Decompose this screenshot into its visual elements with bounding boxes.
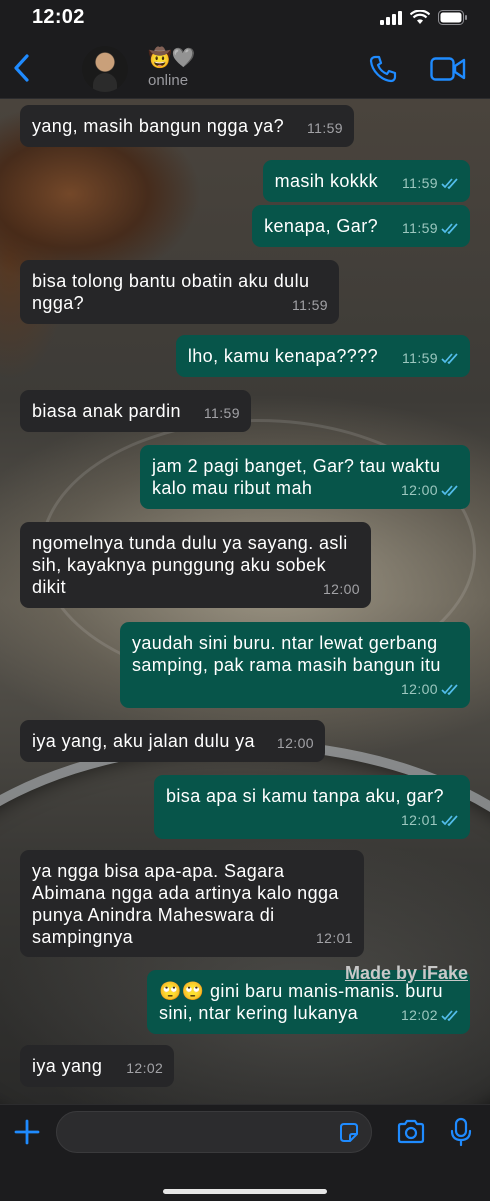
- message-time: 11:59: [203, 405, 240, 421]
- message-text: masih kokkk: [274, 171, 378, 191]
- phone-icon[interactable]: [368, 54, 398, 84]
- camera-icon[interactable]: [396, 1119, 426, 1145]
- message-bubble-outgoing[interactable]: yaudah sini buru. ntar lewat gerbang sam…: [120, 622, 470, 708]
- double-check-icon: [441, 683, 458, 695]
- microphone-icon[interactable]: [450, 1117, 472, 1147]
- message-time: 12:01: [315, 930, 353, 946]
- message-time: 11:59: [402, 172, 459, 194]
- message-bubble-incoming[interactable]: ya ngga bisa apa-apa. Sagara Abimana ngg…: [20, 850, 364, 957]
- plus-icon[interactable]: [14, 1119, 40, 1145]
- message-text: ngomelnya tunda dulu ya sayang. asli sih…: [32, 533, 348, 597]
- message-bubble-outgoing[interactable]: bisa apa si kamu tanpa aku, gar? 12:01: [154, 775, 470, 839]
- message-time: 11:59: [306, 120, 343, 136]
- double-check-icon: [441, 177, 458, 189]
- wifi-icon: [410, 10, 430, 24]
- message-text: yaudah sini buru. ntar lewat gerbang sam…: [132, 633, 441, 675]
- battery-icon: [438, 10, 467, 25]
- contact-name[interactable]: 🤠🩶: [148, 48, 195, 70]
- message-time: 12:00: [401, 479, 459, 501]
- message-text: bisa tolong bantu obatin aku dulu ngga?: [32, 271, 310, 313]
- message-text: ya ngga bisa apa-apa. Sagara Abimana ngg…: [32, 861, 339, 947]
- chevron-left-icon[interactable]: [10, 52, 34, 84]
- contact-status: online: [148, 72, 189, 89]
- message-text: lho, kamu kenapa????: [187, 346, 378, 366]
- message-bubble-incoming[interactable]: yang, masih bangun ngga ya? 11:59: [20, 105, 354, 147]
- message-text: iya yang, aku jalan dulu ya: [32, 731, 255, 751]
- avatar[interactable]: [82, 46, 128, 92]
- message-time: 12:02: [126, 1060, 164, 1076]
- message-time: 12:00: [322, 581, 360, 597]
- message-time: 12:00: [401, 678, 459, 700]
- sticker-icon[interactable]: [337, 1121, 361, 1145]
- home-indicator[interactable]: [163, 1189, 327, 1194]
- message-input[interactable]: [71, 1120, 325, 1146]
- message-time: 12:00: [276, 735, 314, 751]
- message-bubble-outgoing[interactable]: kenapa, Gar? 11:59: [252, 205, 470, 247]
- message-text: bisa apa si kamu tanpa aku, gar?: [166, 786, 444, 806]
- message-time: 11:59: [292, 297, 328, 313]
- message-bubble-outgoing[interactable]: lho, kamu kenapa???? 11:59: [175, 335, 470, 377]
- message-bubble-incoming[interactable]: bisa tolong bantu obatin aku dulu ngga? …: [20, 260, 339, 324]
- watermark-link[interactable]: Made by iFake: [345, 963, 468, 984]
- message-text: biasa anak pardin: [32, 401, 181, 421]
- double-check-icon: [441, 222, 458, 234]
- video-camera-icon[interactable]: [430, 56, 466, 82]
- message-text: jam 2 pagi banget, Gar? tau waktu kalo m…: [152, 456, 441, 498]
- double-check-icon: [441, 484, 458, 496]
- status-bar: 12:02: [0, 0, 490, 40]
- message-bubble-outgoing[interactable]: jam 2 pagi banget, Gar? tau waktu kalo m…: [140, 445, 470, 509]
- message-time: 12:01: [401, 809, 459, 831]
- message-text: yang, masih bangun ngga ya?: [32, 116, 284, 136]
- message-bubble-incoming[interactable]: biasa anak pardin 11:59: [20, 390, 251, 432]
- status-time: 12:02: [32, 6, 85, 28]
- status-icons: [380, 10, 468, 25]
- message-input-field[interactable]: [56, 1111, 372, 1153]
- message-time: 12:02: [401, 1004, 459, 1026]
- cellular-signal-icon: [380, 10, 402, 25]
- chat-header: 🤠🩶 online: [0, 40, 490, 99]
- message-bubble-incoming[interactable]: iya yang 12:02: [20, 1045, 175, 1087]
- message-bubble-incoming[interactable]: ngomelnya tunda dulu ya sayang. asli sih…: [20, 522, 371, 608]
- message-time: 11:59: [402, 347, 459, 369]
- double-check-icon: [441, 814, 458, 826]
- double-check-icon: [441, 1009, 458, 1021]
- message-text: iya yang: [32, 1056, 103, 1076]
- message-text: kenapa, Gar?: [264, 216, 378, 236]
- message-time: 11:59: [402, 217, 459, 239]
- message-bubble-outgoing[interactable]: masih kokkk 11:59: [262, 160, 470, 202]
- message-input-bar: [0, 1104, 490, 1201]
- message-bubble-incoming[interactable]: iya yang, aku jalan dulu ya 12:00: [20, 720, 325, 762]
- double-check-icon: [441, 352, 458, 364]
